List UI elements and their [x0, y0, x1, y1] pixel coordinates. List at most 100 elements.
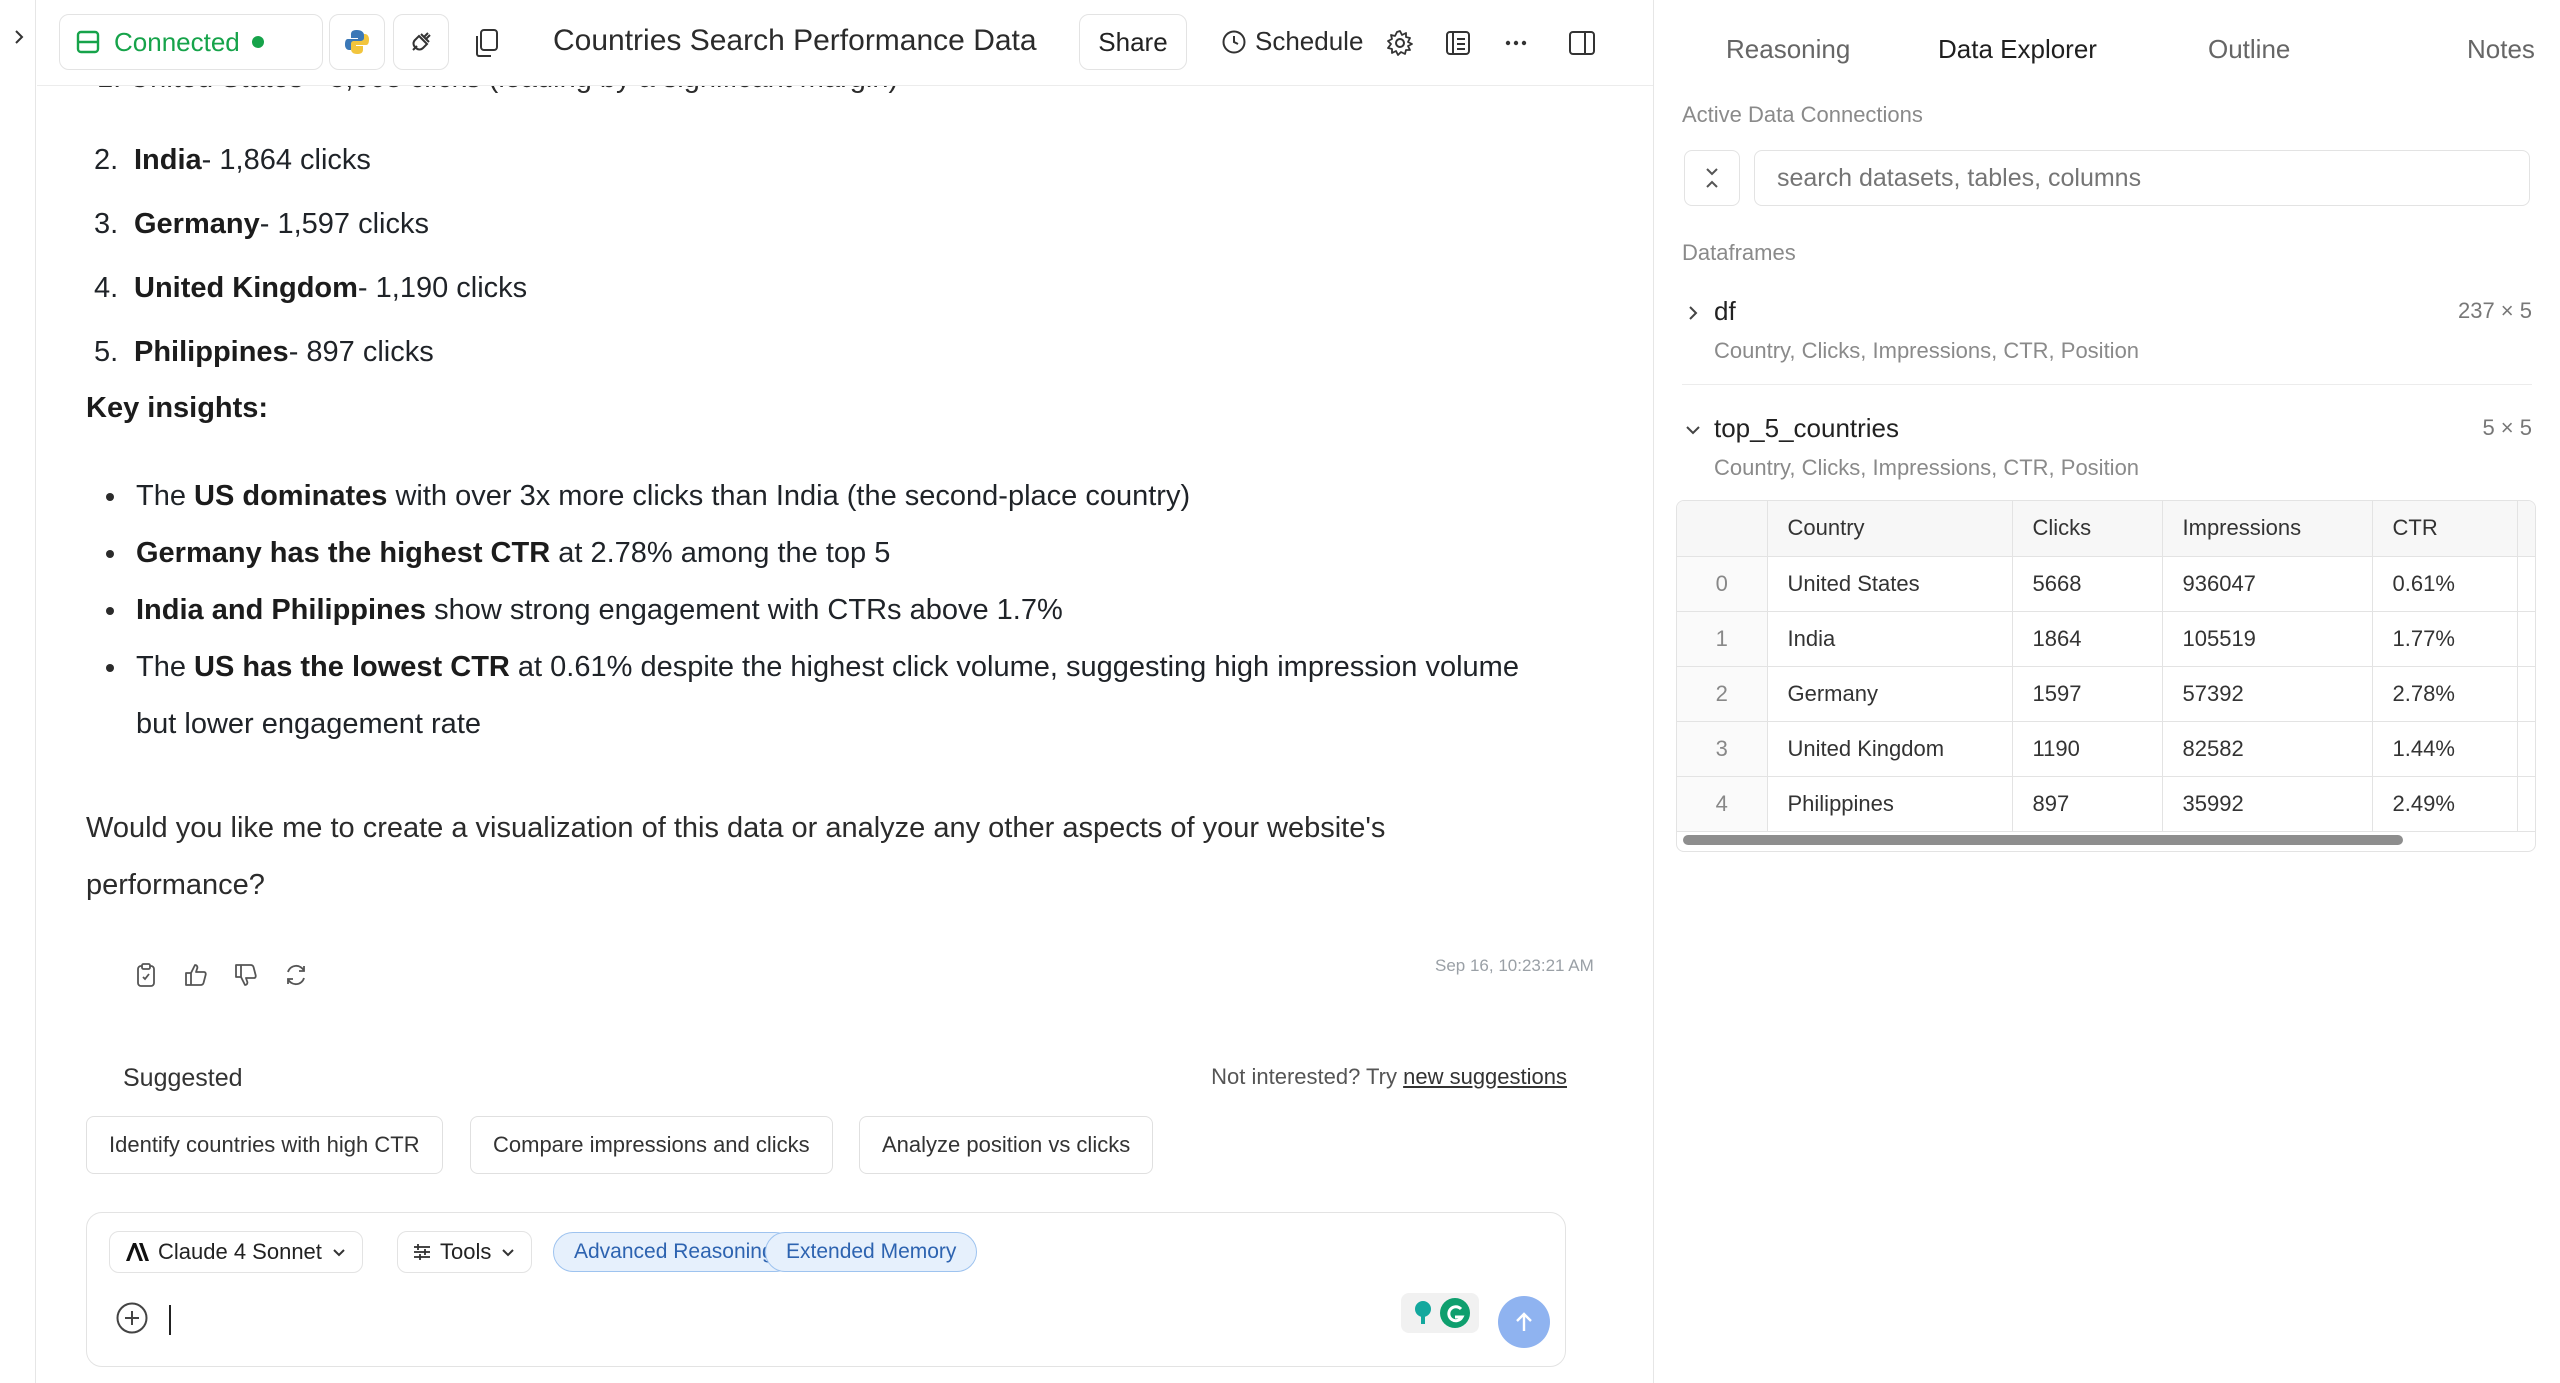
python-button[interactable]	[329, 14, 385, 70]
integrations-button[interactable]	[393, 14, 449, 70]
item-text: - 1,864 clicks	[201, 143, 371, 176]
dataframe-item-top-5-countries[interactable]: top_5_countries 5 × 5 Country, Clicks, I…	[1682, 413, 2532, 493]
grammarly-widget[interactable]	[1401, 1293, 1479, 1333]
table-cell: 1.77%	[2372, 611, 2518, 667]
model-selector[interactable]: Claude 4 Sonnet	[109, 1231, 363, 1273]
table-cell-overflow	[2517, 666, 2535, 722]
suggestion-chip[interactable]: Analyze position vs clicks	[859, 1116, 1154, 1174]
message-composer[interactable]: Claude 4 Sonnet Tools Advanced Reasoning…	[86, 1212, 1566, 1367]
database-icon	[76, 30, 100, 54]
refresh-icon[interactable]	[283, 962, 309, 988]
status-dot	[251, 36, 264, 48]
tab-reasoning[interactable]: Reasoning	[1726, 34, 1850, 65]
panel-icon[interactable]	[1567, 28, 1597, 58]
tab-outline[interactable]: Outline	[2208, 34, 2290, 65]
clipboard-icon[interactable]	[133, 962, 159, 988]
sidebar-toggle-strip[interactable]	[0, 0, 36, 1383]
dataframe-item-df[interactable]: df 237 × 5 Country, Clicks, Impressions,…	[1682, 296, 2532, 376]
column-header[interactable]: Clicks	[2012, 501, 2163, 557]
item-number: 2.	[94, 143, 119, 176]
anthropic-icon	[126, 1243, 149, 1261]
message-actions	[133, 962, 309, 988]
item-number: 3.	[94, 207, 119, 240]
new-suggestions-link[interactable]: new suggestions	[1403, 1064, 1567, 1089]
row-index: 3	[1677, 721, 1768, 777]
table-cell: 1190	[2012, 721, 2163, 777]
collapse-all-button[interactable]	[1684, 150, 1740, 206]
tab-notes[interactable]: Notes	[2467, 34, 2535, 65]
table-cell: Germany	[1767, 666, 2013, 722]
table-cell: Philippines	[1767, 776, 2013, 832]
column-header[interactable]: Impressions	[2162, 501, 2373, 557]
thumbs-down-icon[interactable]	[233, 962, 259, 988]
dataframe-columns: Country, Clicks, Impressions, CTR, Posit…	[1714, 338, 2140, 363]
not-interested-text: Not interested? Try new suggestions	[1211, 1064, 1567, 1090]
more-icon[interactable]	[1501, 28, 1531, 58]
data-table: Country Clicks Impressions CTR 0 United …	[1677, 501, 2535, 832]
table-cell-overflow	[2517, 556, 2535, 612]
follow-up-question: Would you like me to create a visualizat…	[86, 812, 1386, 901]
suggestion-chip[interactable]: Compare impressions and clicks	[470, 1116, 833, 1174]
table-cell: 897	[2012, 776, 2163, 832]
divider	[1682, 384, 2532, 385]
search-input[interactable]	[1754, 150, 2530, 206]
dataframe-columns: Country, Clicks, Impressions, CTR, Posit…	[1714, 455, 2140, 480]
item-text: - 897 clicks	[288, 335, 434, 368]
chevron-right-icon[interactable]	[1682, 302, 1704, 324]
list-item: 2. India - 1,864 clicks	[86, 128, 527, 192]
tab-data-explorer[interactable]: Data Explorer	[1938, 34, 2097, 65]
suggestion-chip[interactable]: Identify countries with high CTR	[86, 1116, 443, 1174]
chevron-down-icon[interactable]	[1682, 419, 1704, 441]
dataframe-dims: 5 × 5	[2482, 415, 2532, 440]
clock-icon	[1222, 30, 1246, 53]
table-row: 0 United States 5668 936047 0.61%	[1677, 556, 2535, 612]
insight-bold: US has the lowest CTR	[194, 651, 510, 683]
item-number: 5.	[94, 335, 119, 368]
gear-icon[interactable]	[1385, 28, 1415, 58]
connection-status-label: Connected	[114, 26, 240, 57]
table-cell: 82582	[2162, 721, 2373, 777]
list-item: 5. Philippines - 897 clicks	[86, 320, 527, 384]
top-toolbar: Connected Countries Search Performance D…	[37, 0, 1653, 86]
table-cell: 936047	[2162, 556, 2373, 612]
extended-memory-toggle[interactable]: Extended Memory	[765, 1232, 978, 1272]
model-label: Claude 4 Sonnet	[158, 1239, 322, 1264]
notebook-icon[interactable]	[1443, 28, 1473, 58]
chevron-down-icon	[333, 1249, 345, 1257]
tools-selector[interactable]: Tools	[397, 1231, 533, 1273]
insight-item: The US dominates with over 3x more click…	[86, 468, 1526, 525]
insight-bold: US dominates	[194, 480, 388, 512]
table-horizontal-scrollbar[interactable]	[1683, 835, 2403, 845]
dataframe-name: top_5_countries	[1714, 413, 1900, 443]
arrow-up-icon	[1516, 1312, 1532, 1331]
list-item: 3. Germany - 1,597 clicks	[86, 192, 527, 256]
schedule-button[interactable]: Schedule	[1221, 26, 1363, 57]
chat-main: Connected Countries Search Performance D…	[37, 0, 1668, 1383]
grammarly-icon	[1415, 1298, 1470, 1328]
table-cell: 1597	[2012, 666, 2163, 722]
item-country: Philippines	[134, 335, 289, 368]
connection-status-button[interactable]: Connected	[59, 14, 323, 70]
item-text: - 1,190 clicks	[357, 271, 528, 304]
thumbs-up-icon[interactable]	[183, 962, 209, 988]
table-row: 2 Germany 1597 57392 2.78%	[1677, 666, 2535, 722]
send-button[interactable]	[1498, 1296, 1550, 1348]
plus-icon[interactable]	[115, 1301, 149, 1335]
text-caret[interactable]	[169, 1305, 171, 1335]
dataframe-table[interactable]: Country Clicks Impressions CTR 0 United …	[1676, 500, 2536, 852]
table-cell: 0.61%	[2372, 556, 2518, 612]
column-header-index	[1677, 501, 1768, 557]
advanced-reasoning-toggle[interactable]: Advanced Reasoning	[553, 1232, 795, 1272]
column-header[interactable]: Country	[1767, 501, 2013, 557]
chevron-down-icon	[502, 1249, 515, 1257]
column-header[interactable]: CTR	[2372, 501, 2518, 557]
insight-item: The US has the lowest CTR at 0.61% despi…	[86, 639, 1526, 753]
insight-bold: Germany has the highest CTR	[136, 537, 551, 569]
share-button[interactable]: Share	[1079, 14, 1187, 70]
table-cell-overflow	[2517, 721, 2535, 777]
dataframes-label: Dataframes	[1682, 240, 1796, 265]
page-title[interactable]: Countries Search Performance Data	[553, 24, 1037, 58]
column-header-overflow	[2517, 501, 2535, 557]
chevron-right-icon[interactable]	[10, 28, 28, 46]
copy-icon[interactable]	[473, 28, 501, 58]
